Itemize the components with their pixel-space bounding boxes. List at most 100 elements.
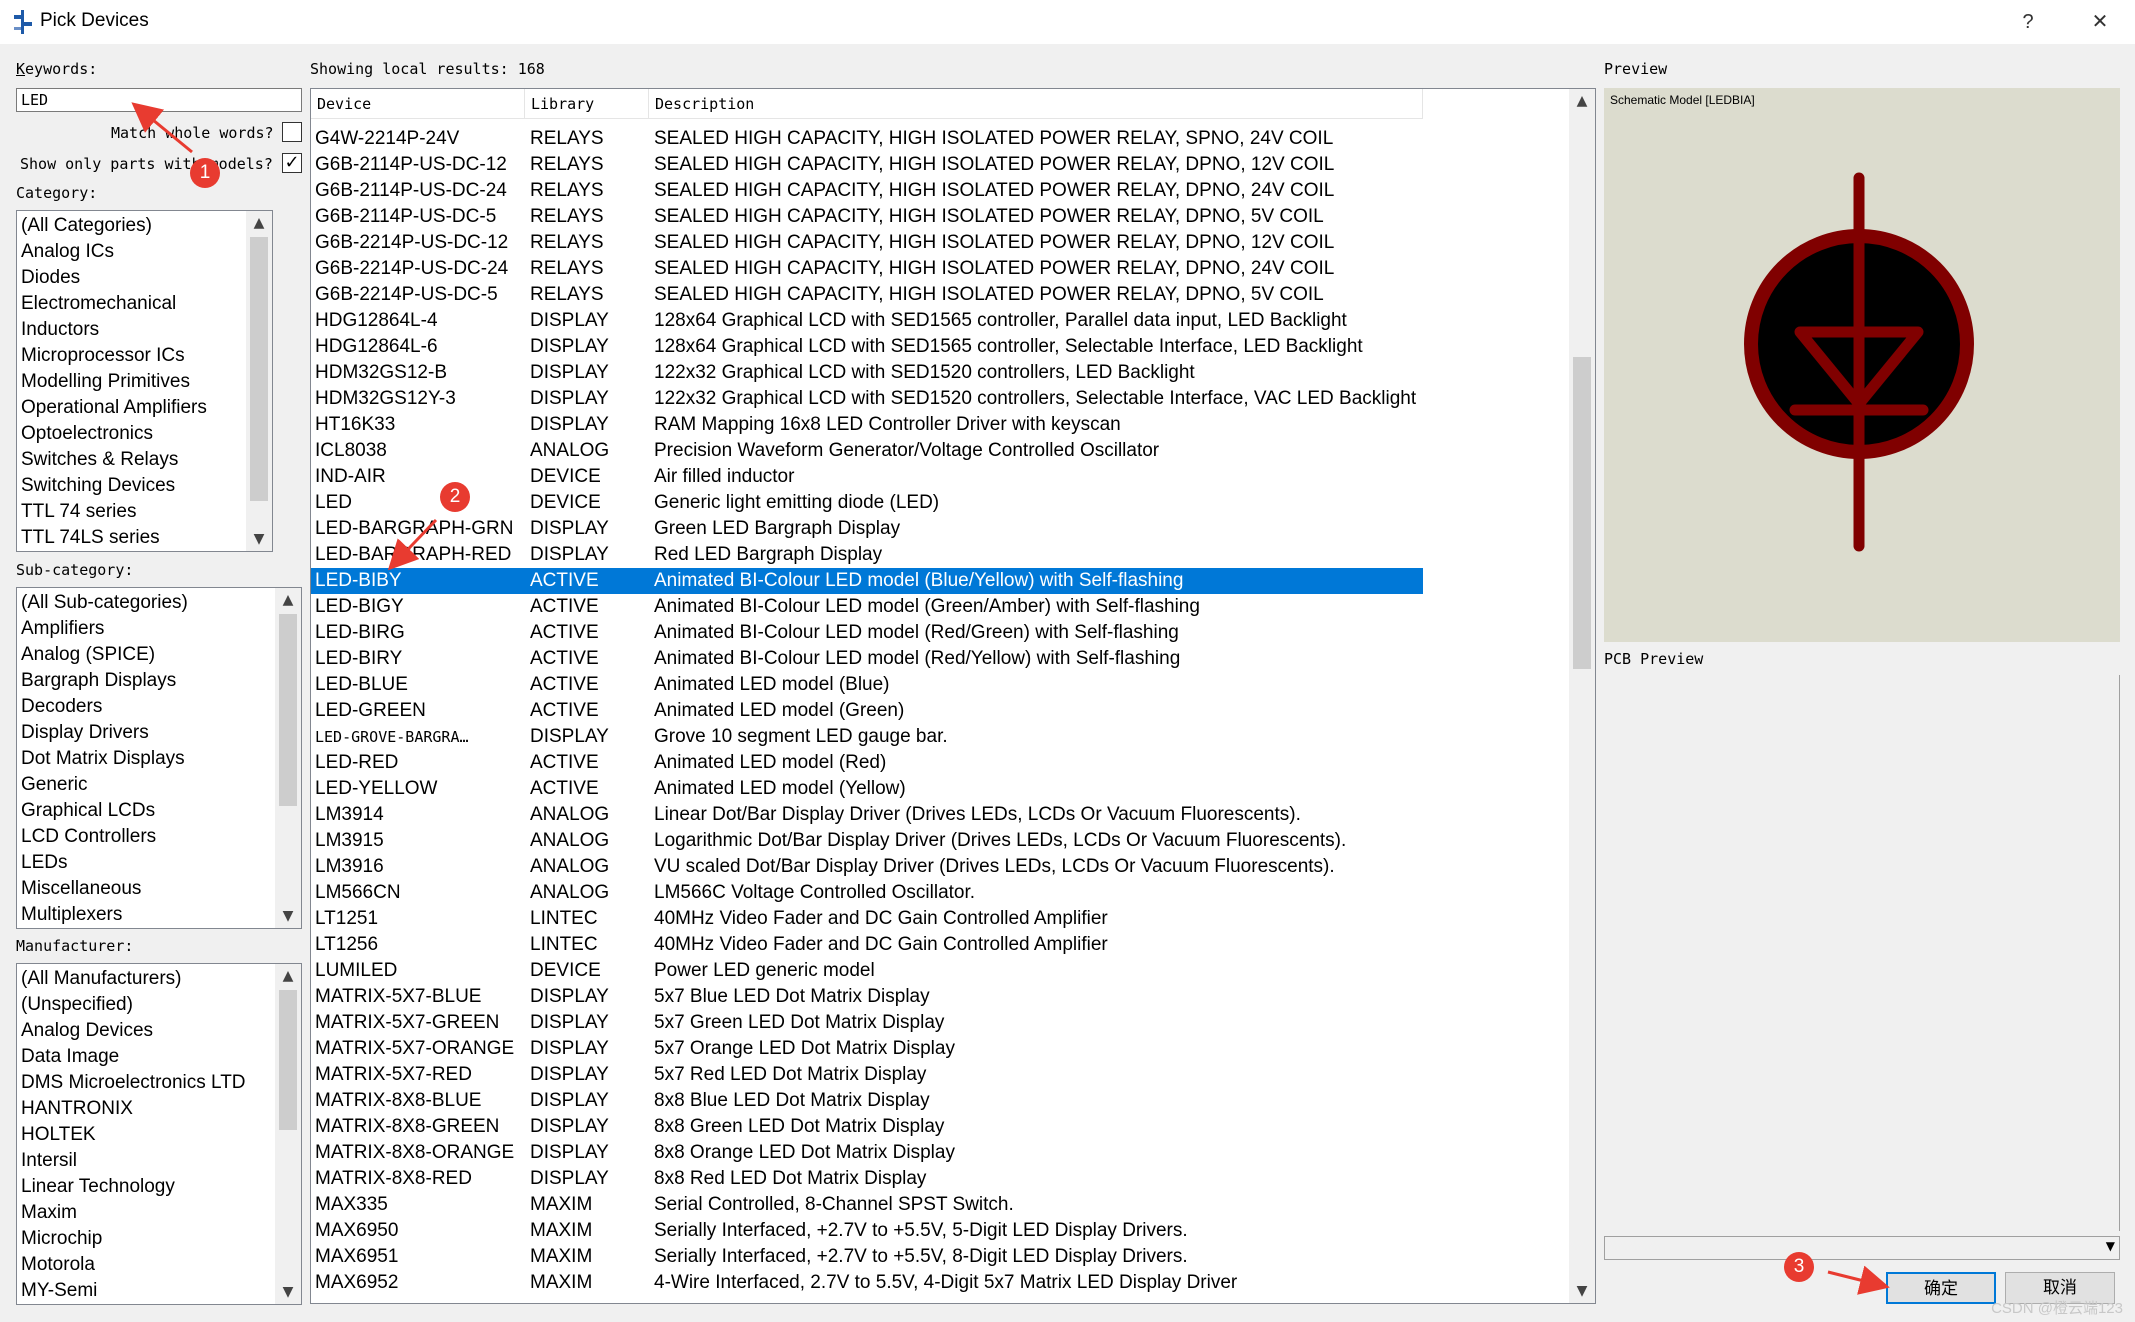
category-list[interactable]: (All Categories) Analog ICs Diodes Electrom… [16,210,273,552]
help-button[interactable]: ? [2008,6,2048,38]
table-row[interactable]: MAX6950 MAXIM Serially Interfaced, +2.7V t… [311,1218,1423,1244]
subcategory-item[interactable]: Dot Matrix Displays [21,746,275,772]
table-row[interactable]: LED-BARGRAPH-GRN DISPLAY Green LED Bargrap… [311,516,1423,542]
results-scrollbar[interactable]: ▲ ▼ [1569,89,1595,1303]
category-item[interactable]: TTL 74LS series [21,525,246,551]
table-row[interactable]: LED-BIRY ACTIVE Animated BI-Colour LED mod… [311,646,1423,672]
subcategory-item[interactable]: Decoders [21,694,275,720]
scroll-thumb[interactable] [279,614,297,806]
table-row[interactable]: LT1256 LINTEC 40MHz Video Fader and DC Gai… [311,932,1423,958]
manufacturer-list[interactable]: (All Manufacturers) (Unspecified) Analog D… [16,963,302,1305]
subcategory-item[interactable]: Bargraph Displays [21,668,275,694]
subcategory-item[interactable]: Display Drivers [21,720,275,746]
manufacturer-item[interactable]: DMS Microelectronics LTD [21,1070,275,1096]
subcategory-item[interactable]: Multiplexers [21,902,275,928]
table-row[interactable]: MATRIX-5X7-BLUE DISPLAY 5x7 Blue LED Dot M… [311,984,1423,1010]
table-row[interactable]: HDM32GS12Y-3 DISPLAY 122x32 Graphical LCD … [311,386,1423,412]
manufacturer-item[interactable]: (Unspecified) [21,992,275,1018]
manufacturer-item[interactable]: Data Image [21,1044,275,1070]
table-row[interactable]: LED-BIBY ACTIVE Animated BI-Colour LED mod… [311,568,1423,594]
category-item[interactable]: Electromechanical [21,291,246,317]
table-row[interactable]: MATRIX-5X7-RED DISPLAY 5x7 Red LED Dot Mat… [311,1062,1423,1088]
table-row[interactable]: HDG12864L-4 DISPLAY 128x64 Graphical LCD w… [311,308,1423,334]
category-item[interactable]: Operational Amplifiers [21,395,246,421]
manufacturer-item[interactable]: Analog Devices [21,1018,275,1044]
table-row[interactable]: LUMILED DEVICE Power LED generic model [311,958,1423,984]
table-row[interactable]: MAX6951 MAXIM Serially Interfaced, +2.7V t… [311,1244,1423,1270]
manufacturer-item[interactable]: Motorola [21,1252,275,1278]
manufacturer-item[interactable]: Intersil [21,1148,275,1174]
subcategory-item[interactable]: Generic [21,772,275,798]
subcategory-item[interactable]: LCD Controllers [21,824,275,850]
table-row[interactable]: G6B-2114P-US-DC-24 RELAYS SEALED HIGH CAPA… [311,178,1423,204]
scroll-thumb[interactable] [279,990,297,1130]
ok-button[interactable]: 确定 [1886,1272,1996,1304]
manufacturer-item[interactable]: HOLTEK [21,1122,275,1148]
table-row[interactable]: LM566CN ANALOG LM566C Voltage Controlled O… [311,880,1423,906]
table-row[interactable]: LM3916 ANALOG VU scaled Dot/Bar Display Dr… [311,854,1423,880]
table-row[interactable]: LT1251 LINTEC 40MHz Video Fader and DC Gai… [311,906,1423,932]
table-row[interactable]: MATRIX-8X8-ORANGE DISPLAY 8x8 Orange LED D… [311,1140,1423,1166]
manufacturer-item[interactable]: Microchip [21,1226,275,1252]
scroll-thumb[interactable] [1573,357,1591,669]
close-button[interactable]: ✕ [2080,6,2120,38]
table-row[interactable]: LM3915 ANALOG Logarithmic Dot/Bar Display … [311,828,1423,854]
scroll-thumb[interactable] [250,237,268,501]
table-row[interactable]: MATRIX-8X8-GREEN DISPLAY 8x8 Green LED Dot… [311,1114,1423,1140]
subcategory-scrollbar[interactable]: ▲ ▼ [275,588,301,928]
table-row[interactable]: LED-GROVE-BARGRA… DISPLAY Grove 10 segment… [311,724,1423,750]
table-row[interactable]: LED-YELLOW ACTIVE Animated LED model (Yell… [311,776,1423,802]
category-item[interactable]: Optoelectronics [21,421,246,447]
table-row[interactable]: MAX335 MAXIM Serial Controlled, 8-Channel … [311,1192,1423,1218]
category-item[interactable]: Analog ICs [21,239,246,265]
table-row[interactable]: G6B-2214P-US-DC-12 RELAYS SEALED HIGH CAPA… [311,230,1423,256]
table-row[interactable]: MAX6952 MAXIM 4-Wire Interfaced, 2.7V to 5… [311,1270,1423,1296]
table-row[interactable]: ICL8038 ANALOG Precision Waveform Generato… [311,438,1423,464]
subcategory-item[interactable]: Analog (SPICE) [21,642,275,668]
table-row[interactable]: MATRIX-5X7-ORANGE DISPLAY 5x7 Orange LED D… [311,1036,1423,1062]
category-item[interactable]: Diodes [21,265,246,291]
table-row[interactable]: HDG12864L-6 DISPLAY 128x64 Graphical LCD w… [311,334,1423,360]
manufacturer-item[interactable]: HANTRONIX [21,1096,275,1122]
table-row[interactable]: G6B-2214P-US-DC-24 RELAYS SEALED HIGH CAPA… [311,256,1423,282]
table-row[interactable]: G6B-2214P-US-DC-5 RELAYS SEALED HIGH CAPAC… [311,282,1423,308]
manufacturer-item[interactable]: MY-Semi [21,1278,275,1304]
column-header-device[interactable]: Device [311,89,525,119]
table-row[interactable]: LED-BIGY ACTIVE Animated BI-Colour LED mod… [311,594,1423,620]
manufacturer-item[interactable]: Maxim [21,1200,275,1226]
subcategory-item[interactable]: Amplifiers [21,616,275,642]
column-header-library[interactable]: Library [525,89,649,119]
subcategory-item[interactable]: Graphical LCDs [21,798,275,824]
scroll-down-icon[interactable]: ▼ [275,904,301,928]
subcategory-item[interactable]: LEDs [21,850,275,876]
scroll-up-icon[interactable]: ▲ [246,211,272,235]
table-row[interactable]: MATRIX-5X7-GREEN DISPLAY 5x7 Green LED Dot… [311,1010,1423,1036]
category-item[interactable]: TTL 74 series [21,499,246,525]
table-row[interactable]: G6B-2114P-US-DC-12 RELAYS SEALED HIGH CAPA… [311,152,1423,178]
manufacturer-item[interactable]: Linear Technology [21,1174,275,1200]
table-row[interactable]: LM3914 ANALOG Linear Dot/Bar Display Drive… [311,802,1423,828]
subcategory-item[interactable]: Miscellaneous [21,876,275,902]
scroll-up-icon[interactable]: ▲ [275,588,301,612]
category-item[interactable]: Switching Devices [21,473,246,499]
table-row[interactable]: LED DEVICE Generic light emitting diode (L… [311,490,1423,516]
category-item[interactable]: Microprocessor ICs [21,343,246,369]
results-table[interactable]: Device Library Description G4W-2214P-24V… [310,88,1596,1304]
table-row[interactable]: G6B-2114P-US-DC-5 RELAYS SEALED HIGH CAPAC… [311,204,1423,230]
table-row[interactable]: HT16K33 DISPLAY RAM Mapping 16x8 LED Contr… [311,412,1423,438]
scroll-up-icon[interactable]: ▲ [1569,89,1595,113]
manufacturer-item[interactable]: (All Manufacturers) [21,966,275,992]
table-row[interactable]: MATRIX-8X8-BLUE DISPLAY 8x8 Blue LED Dot M… [311,1088,1423,1114]
scroll-down-icon[interactable]: ▼ [275,1280,301,1304]
category-item[interactable]: Switches & Relays [21,447,246,473]
category-item[interactable]: Modelling Primitives [21,369,246,395]
table-row[interactable]: G4W-2214P-24V RELAYS SEALED HIGH CAPACITY,… [311,126,1423,152]
table-row[interactable]: HDM32GS12-B DISPLAY 122x32 Graphical LCD w… [311,360,1423,386]
table-row[interactable]: LED-BARGRAPH-RED DISPLAY Red LED Bargraph … [311,542,1423,568]
column-header-description[interactable]: Description [649,89,1423,119]
category-scrollbar[interactable]: ▲ ▼ [246,211,272,551]
table-row[interactable]: MATRIX-8X8-RED DISPLAY 8x8 Red LED Dot Mat… [311,1166,1423,1192]
match-whole-checkbox[interactable] [282,122,302,142]
scroll-up-icon[interactable]: ▲ [275,964,301,988]
scroll-down-icon[interactable]: ▼ [246,527,272,551]
